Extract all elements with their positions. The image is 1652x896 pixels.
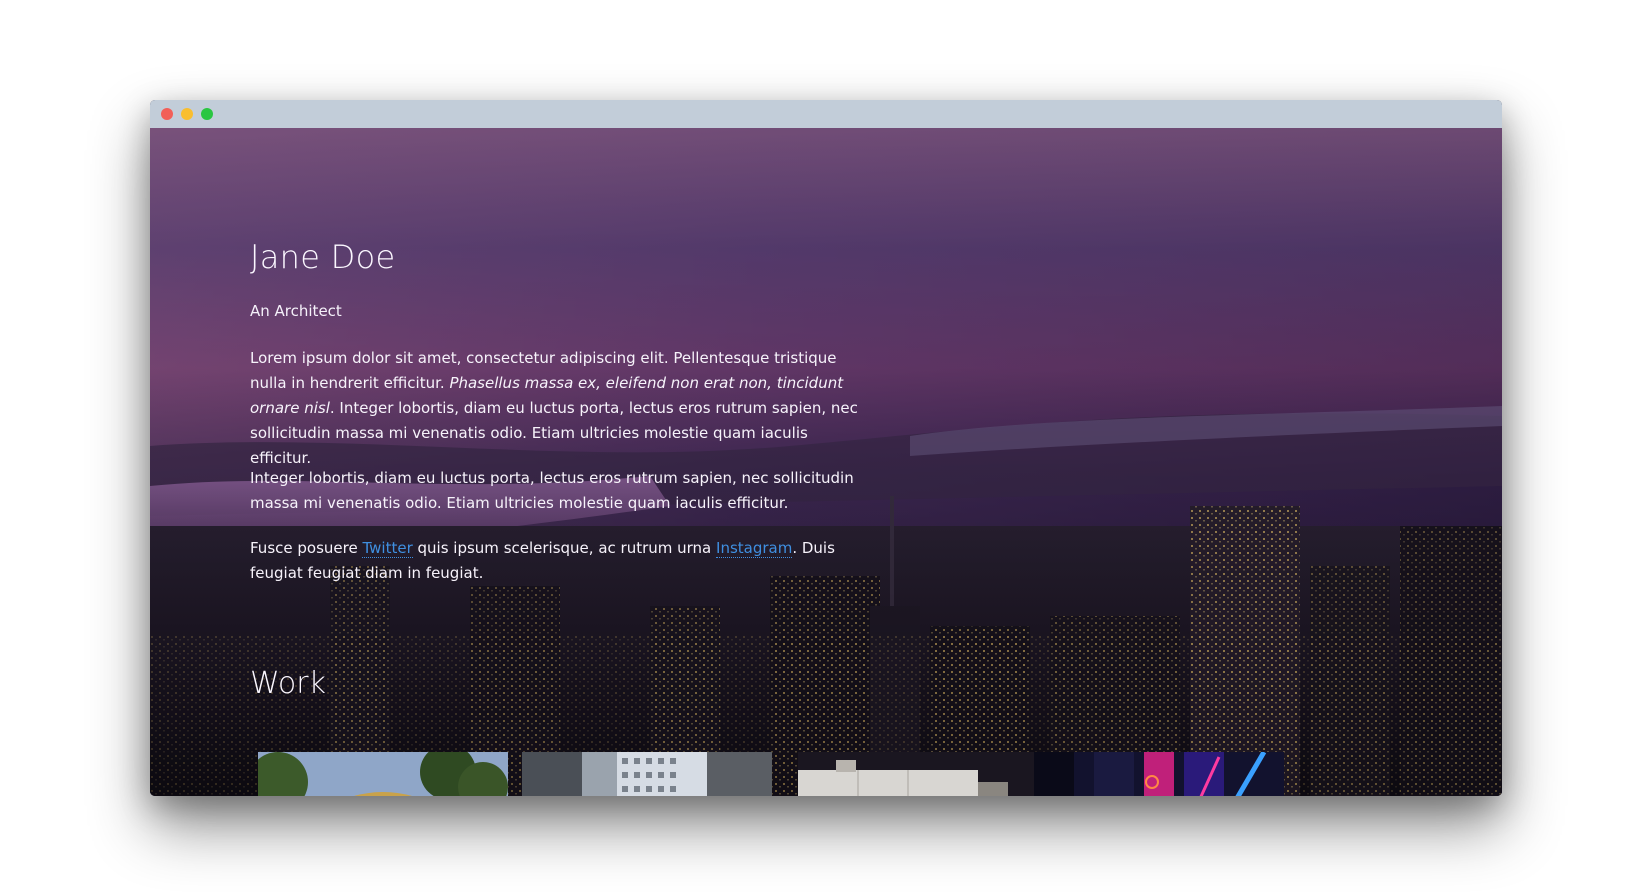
- page-subtitle: An Architect: [250, 302, 342, 320]
- work-thumbnail-towers[interactable]: [522, 752, 772, 796]
- minimize-window-button[interactable]: [181, 108, 193, 120]
- twitter-link[interactable]: Twitter: [362, 539, 413, 558]
- work-thumbnail-neon[interactable]: [1034, 752, 1284, 796]
- intro-paragraph: Lorem ipsum dolor sit amet, consectetur …: [250, 349, 858, 467]
- work-thumbnail-dome[interactable]: [258, 752, 508, 796]
- second-paragraph: Integer lobortis, diam eu luctus porta, …: [250, 469, 854, 512]
- concrete-building-image: [798, 752, 1048, 796]
- work-thumbnail-concrete[interactable]: [798, 752, 1048, 796]
- page-title: Jane Doe: [250, 238, 396, 276]
- social-paragraph: Fusce posuere Twitter quis ipsum sceleri…: [250, 539, 835, 582]
- work-gallery: [258, 752, 1358, 796]
- page-viewport: Jane Doe An Architect Lorem ipsum dolor …: [150, 128, 1502, 796]
- maximize-window-button[interactable]: [201, 108, 213, 120]
- instagram-link[interactable]: Instagram: [716, 539, 793, 558]
- close-window-button[interactable]: [161, 108, 173, 120]
- neon-signs-image: [1034, 752, 1284, 796]
- browser-window: Jane Doe An Architect Lorem ipsum dolor …: [150, 100, 1502, 796]
- dome-building-image: [258, 752, 508, 796]
- window-titlebar: [150, 100, 1502, 128]
- city-towers-image: [522, 752, 772, 796]
- work-section-title: Work: [250, 666, 326, 701]
